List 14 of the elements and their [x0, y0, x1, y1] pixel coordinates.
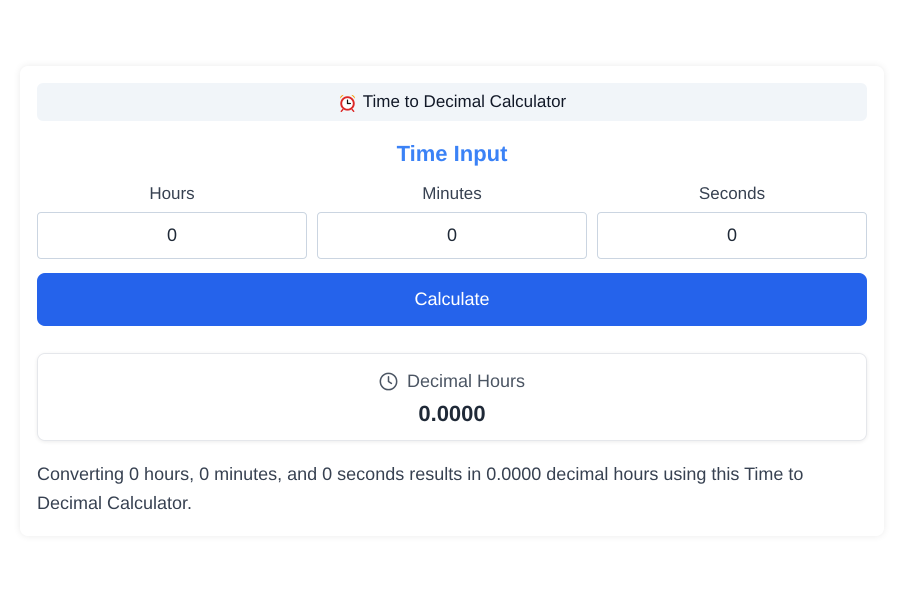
section-title: Time Input: [396, 141, 508, 167]
field-label: Seconds: [698, 184, 766, 204]
result-value: 0.0000: [418, 401, 486, 427]
calculate-button[interactable]: Calculate: [37, 273, 867, 326]
number-input[interactable]: 0: [317, 212, 587, 259]
header-title: Time to Decimal Calculator: [362, 92, 566, 112]
summary-text: Converting 0 hours, 0 minutes, and 0 seconds results in 0.0000 decimal hours using this Time to Decimal Calculator.: [37, 463, 804, 515]
number-input[interactable]: 0: [597, 212, 867, 259]
result-label: Decimal Hours: [406, 370, 526, 392]
number-input[interactable]: 0: [37, 212, 307, 259]
clock-icon: [378, 372, 398, 390]
alarm-clock-icon: [338, 92, 357, 112]
field-label: Minutes: [421, 184, 483, 204]
field-label: Hours: [148, 184, 196, 204]
